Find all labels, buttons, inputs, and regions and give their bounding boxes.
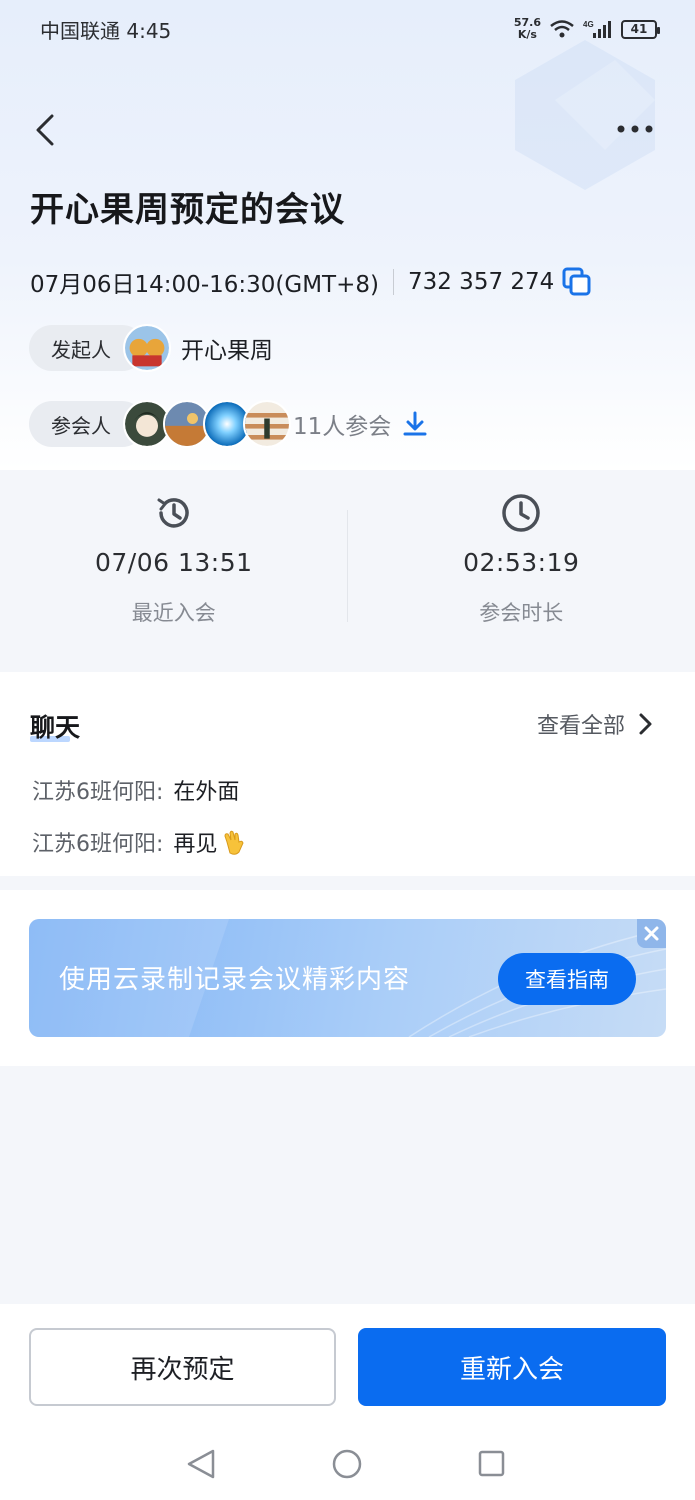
status-icons: 57.6 K/s 4G 41 [513,16,660,41]
recording-banner-section: 使用云录制记录会议精彩内容 查看指南 [0,890,695,1066]
bottom-action-bar: 再次预定 重新入会 [0,1304,695,1500]
wifi-icon [550,20,574,38]
chat-sender: 江苏6班何阳: [32,832,164,857]
chat-text: 在外面 [173,780,240,805]
status-bar: 中国联通 4:45 57.6 K/s 4G 41 [0,0,695,58]
more-options-icon[interactable] [615,112,655,146]
meeting-stats: 07/06 13:51 最近入会 02:53:19 参会时长 [0,480,695,655]
download-icon[interactable] [401,410,429,438]
chat-text: 再见 [173,832,218,857]
stats-divider [347,510,348,622]
duration-label: 参会时长 [479,601,564,625]
view-guide-button[interactable]: 查看指南 [498,953,636,1005]
nav-home-icon[interactable] [332,1449,362,1479]
participant-avatar [243,400,291,448]
battery-indicator: 41 [621,19,660,39]
chat-message: 江苏6班何阳: 在外面 [32,774,239,806]
host-row: 发起人 开心果周 [29,324,273,372]
signal-icon: 4G [583,20,611,38]
chat-sender: 江苏6班何阳: [32,780,164,805]
close-icon [644,926,659,941]
last-join-stat: 07/06 13:51 最近入会 [0,480,348,655]
back-icon[interactable] [26,110,66,150]
host-avatar[interactable] [123,324,171,372]
participants-row[interactable]: 参会人 11人参会 [29,400,429,448]
duration-value: 02:53:19 [463,548,580,577]
meeting-info-row: 07月06日14:00-16:30(GMT+8) 732 357 274 [30,262,592,302]
last-join-value: 07/06 13:51 [94,548,253,577]
duration-stat: 02:53:19 参会时长 [348,480,695,655]
chat-title: 聊天 [30,713,81,742]
divider [392,269,394,295]
view-all-label: 查看全部 [536,714,625,739]
cloud-recording-banner[interactable]: 使用云录制记录会议精彩内容 查看指南 [29,919,666,1037]
view-all-chat-button[interactable]: 查看全部 [537,708,655,740]
host-name: 开心果周 [181,338,273,364]
chevron-right-icon [639,713,652,735]
carrier-time: 中国联通 4:45 [40,18,172,43]
last-join-label: 最近入会 [131,601,216,625]
schedule-again-button[interactable]: 再次预定 [29,1328,336,1406]
waving-hand-icon [224,830,244,855]
rejoin-meeting-button[interactable]: 重新入会 [358,1328,666,1406]
chat-message: 江苏6班何阳: 再见 [32,826,247,858]
participant-count: 11人参会 [293,414,392,440]
chat-section: 聊天 查看全部 江苏6班何阳: 在外面 江苏6班何阳: 再见 [0,672,695,876]
meeting-id: 732 357 274 [407,269,555,295]
network-speed: 57.6 K/s [513,16,541,41]
nav-back-icon[interactable] [187,1449,215,1479]
svg-text:4G: 4G [583,20,594,29]
nav-recents-icon[interactable] [478,1450,505,1477]
banner-text: 使用云录制记录会议精彩内容 [59,965,411,995]
banner-close-button[interactable] [637,919,666,948]
copy-icon[interactable] [562,267,592,297]
clock-icon [502,494,540,532]
history-icon [157,498,189,528]
system-navigation-bar [187,1449,505,1479]
meeting-title: 开心果周预定的会议 [30,190,345,230]
meeting-datetime: 07月06日14:00-16:30(GMT+8) [30,272,379,298]
